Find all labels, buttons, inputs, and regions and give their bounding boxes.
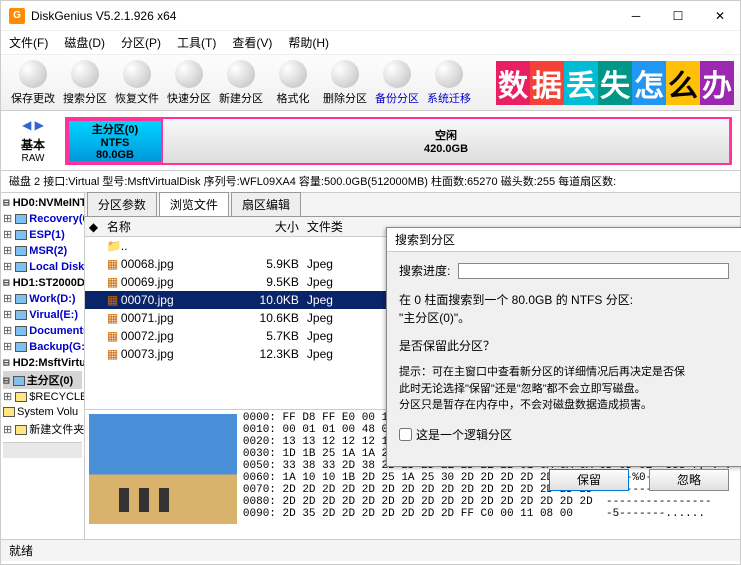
next-disk-icon[interactable]: ▶ [35,118,44,132]
menu-disk[interactable]: 磁盘(D) [64,34,105,51]
quick-icon [175,60,203,88]
tree-scrollbar[interactable] [3,442,82,458]
backup-partition-button[interactable]: 备份分区 [371,60,423,106]
delete-icon [331,60,359,88]
close-button[interactable]: ✕ [708,4,732,28]
menu-tools[interactable]: 工具(T) [177,34,216,51]
partition-box-main[interactable]: 主分区(0) NTFS 80.0GB [67,119,163,163]
quick-partition-button[interactable]: 快速分区 [163,60,215,106]
recover-files-button[interactable]: 恢复文件 [111,60,163,106]
menu-partition[interactable]: 分区(P) [121,34,161,51]
prev-disk-icon[interactable]: ◀ [22,118,31,132]
minimize-button[interactable]: ─ [624,4,648,28]
promo-banner: 数 据 丢 失 怎 么 办 [479,58,734,108]
progress-bar [458,263,729,279]
new-icon [227,60,255,88]
keep-button[interactable]: 保留 [549,469,629,491]
backup-icon [383,60,411,88]
dialog-title: 搜索到分区 [387,228,741,252]
save-button[interactable]: 保存更改 [7,60,59,106]
save-icon [19,60,47,88]
disk-nav: ◀ ▶ 基本 RAW [9,118,57,164]
disk-info-line: 磁盘 2 接口:Virtual 型号:MsftVirtualDisk 序列号:W… [1,171,740,193]
format-icon [279,60,307,88]
system-migrate-button[interactable]: 系统迁移 [423,60,475,106]
disk-map-bar: ◀ ▶ 基本 RAW 主分区(0) NTFS 80.0GB 空闲 420.0GB [1,111,740,171]
maximize-button[interactable]: ☐ [666,4,690,28]
new-partition-button[interactable]: 新建分区 [215,60,267,106]
tab-browse[interactable]: 浏览文件 [159,192,229,216]
search-result-dialog: 搜索到分区 搜索进度: 在 0 柱面搜索到一个 80.0GB 的 NTFS 分区… [386,227,741,467]
format-button[interactable]: 格式化 [267,60,319,106]
search-partition-button[interactable]: 搜索分区 [59,60,111,106]
tab-sector[interactable]: 扇区编辑 [231,192,301,216]
disk-tree[interactable]: ⊟ HD0:NVMeINTELSS ⊞ Recovery(0) ⊞ ESP(1)… [1,193,85,539]
thumbnail-image [89,414,237,524]
delete-partition-button[interactable]: 删除分区 [319,60,371,106]
ignore-button[interactable]: 忽略 [649,469,729,491]
toolbar: 保存更改 搜索分区 恢复文件 快速分区 新建分区 格式化 删除分区 备份分区 系… [1,55,740,111]
partition-box-free[interactable]: 空闲 420.0GB [163,119,730,163]
tab-params[interactable]: 分区参数 [87,192,157,216]
menu-help[interactable]: 帮助(H) [288,34,329,51]
menu-file[interactable]: 文件(F) [9,34,48,51]
title-bar: G DiskGenius V5.2.1.926 x64 ─ ☐ ✕ [1,1,740,31]
partition-strip: 主分区(0) NTFS 80.0GB 空闲 420.0GB [65,117,732,165]
window-title: DiskGenius V5.2.1.926 x64 [31,9,624,23]
menu-bar: 文件(F) 磁盘(D) 分区(P) 工具(T) 查看(V) 帮助(H) [1,31,740,55]
status-bar: 就绪 [1,539,740,561]
progress-label: 搜索进度: [399,262,450,279]
content-tabs: 分区参数 浏览文件 扇区编辑 [85,193,740,217]
menu-view[interactable]: 查看(V) [232,34,272,51]
logical-partition-checkbox[interactable] [399,428,412,441]
dialog-question: 是否保留此分区？ [399,337,729,354]
recover-icon [123,60,151,88]
search-icon [71,60,99,88]
app-icon: G [9,8,25,24]
migrate-icon [435,60,463,88]
